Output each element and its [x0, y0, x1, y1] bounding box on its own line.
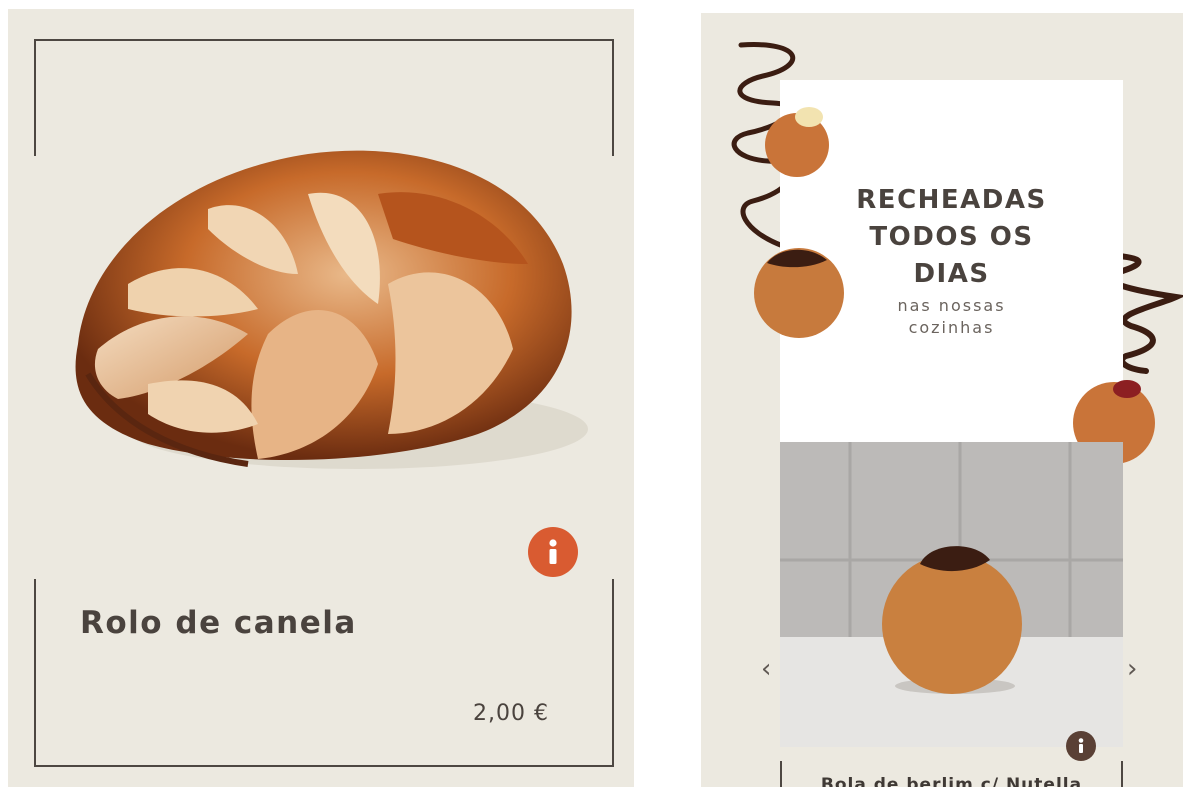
frame-right-bottom-line: [612, 579, 614, 767]
frame-left-top-line: [34, 39, 36, 156]
frame-right-top-line: [612, 39, 614, 156]
cinnamon-roll-image[interactable]: [58, 134, 588, 484]
next-product-title: Bola de berlim c/ Nutella: [820, 775, 1083, 787]
frame-top-line: [34, 39, 614, 41]
berliner-chocolate-decor-icon: [754, 248, 844, 338]
carousel-next-arrow[interactable]: ›: [1127, 654, 1137, 684]
product-card-rolo-de-canela[interactable]: Rolo de canela 2,00 €: [8, 9, 634, 787]
product-title: Rolo de canela: [80, 605, 357, 641]
info-icon: [549, 539, 557, 564]
berliner-nutella-image[interactable]: [780, 442, 1123, 747]
promo-heading-line-1: RECHEADAS: [856, 185, 1047, 215]
info-button[interactable]: [528, 527, 578, 577]
info-button-small[interactable]: [1066, 731, 1096, 761]
frame-bottom-line: [34, 765, 614, 767]
berliner-cream-decor-icon: [765, 107, 829, 177]
info-icon: [1078, 738, 1084, 753]
product-price: 2,00 €: [473, 701, 549, 726]
carousel-prev-arrow[interactable]: ‹: [761, 654, 771, 684]
frame-left-bottom-line: [34, 579, 36, 767]
promo-carousel: RECHEADAS TODOS OS DIAS nas nossas cozin…: [701, 13, 1183, 787]
